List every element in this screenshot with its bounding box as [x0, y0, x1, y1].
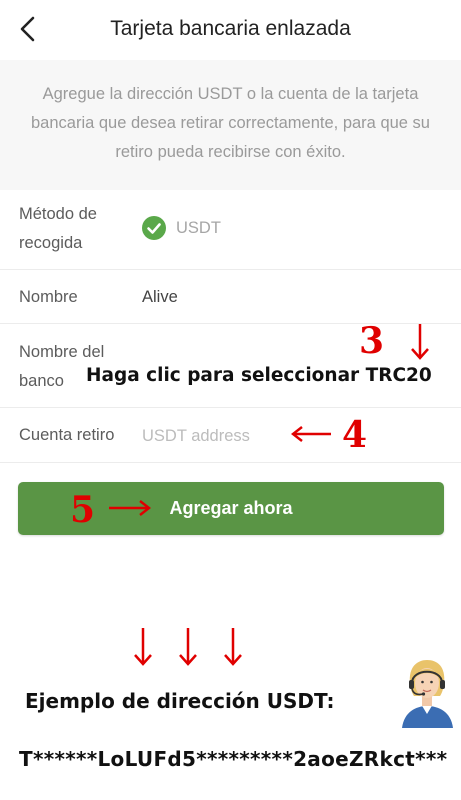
- step-3-label: 3: [359, 320, 385, 362]
- bank-label-line1: Nombre del: [19, 343, 105, 361]
- example-title: Ejemplo de dirección USDT:: [25, 689, 335, 713]
- step-4-label: 4: [342, 414, 368, 456]
- support-agent-icon: [402, 660, 453, 728]
- page-title: Tarjeta bancaria enlazada: [110, 17, 351, 40]
- arrow-down-icon: [224, 628, 242, 666]
- bank-label-line2: banco: [19, 372, 64, 390]
- method-label-line2: recogida: [19, 234, 83, 252]
- name-label: Nombre: [19, 288, 78, 306]
- arrow-down-icon: [134, 628, 152, 666]
- arrow-down-icon: [411, 324, 429, 360]
- usdt-address-input[interactable]: [142, 423, 282, 449]
- name-value[interactable]: Alive: [142, 288, 178, 307]
- header-bar: Tarjeta bancaria enlazada: [0, 0, 461, 60]
- name-row: Nombre Alive: [0, 270, 461, 324]
- example-address: T******LoLUFd5*********2aoeZRkct***: [19, 747, 448, 771]
- method-row: Método de recogida: [0, 190, 461, 270]
- arrow-down-icon: [179, 628, 197, 666]
- account-label: Cuenta retiro: [19, 426, 115, 444]
- bank-select-hint[interactable]: Haga clic para seleccionar TRC20: [86, 365, 432, 386]
- check-circle-icon[interactable]: [142, 216, 166, 240]
- method-label-line1: Método de: [19, 205, 97, 223]
- step-5-label: 5: [70, 489, 96, 531]
- notice-text: Agregue la dirección USDT o la cuenta de…: [31, 85, 430, 161]
- arrow-right-icon: [109, 500, 151, 516]
- arrow-left-icon: [291, 426, 331, 442]
- method-value[interactable]: USDT: [176, 219, 221, 238]
